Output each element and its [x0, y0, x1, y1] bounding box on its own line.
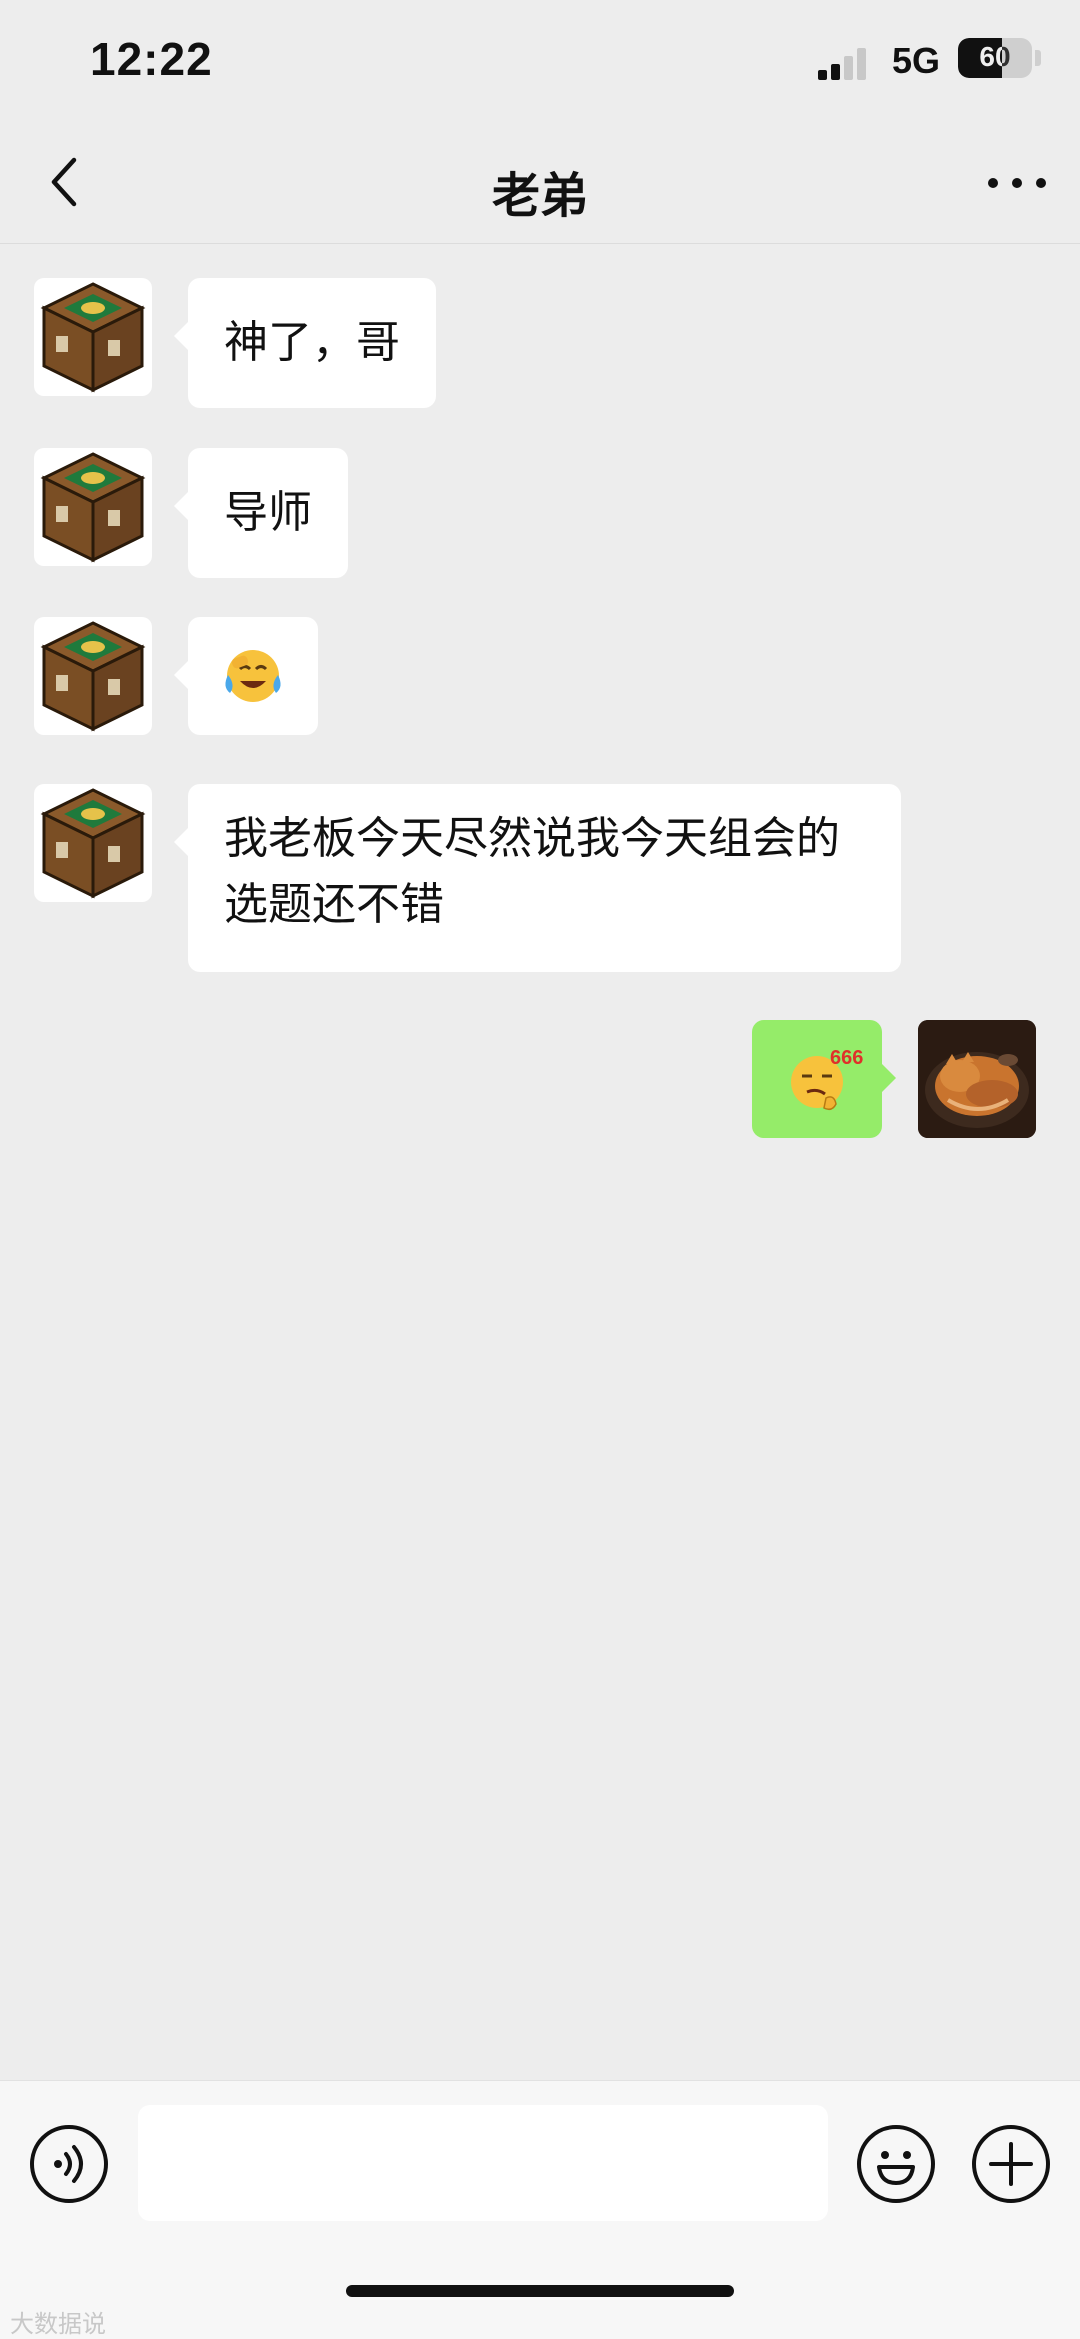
chat-title: 老弟: [491, 168, 588, 224]
emoji-button[interactable]: [857, 2125, 935, 2203]
more-dot: [1036, 178, 1046, 188]
chest-avatar-icon: [40, 621, 146, 732]
message-bubble[interactable]: 我老板今天尽然说我今天组会的选题还不错: [174, 784, 901, 972]
contact-avatar[interactable]: [34, 448, 152, 566]
status-bar: 12:22 5G 60: [0, 0, 1080, 120]
contact-avatar[interactable]: [34, 784, 152, 902]
watermark: 大数据说: [10, 2310, 106, 2338]
chat-header: 老弟: [0, 120, 1080, 244]
my-avatar[interactable]: [918, 1020, 1036, 1138]
voice-button[interactable]: [30, 2125, 108, 2203]
chest-avatar-icon: [40, 282, 146, 393]
chest-avatar-icon: [40, 788, 146, 899]
status-time: 12:22: [90, 33, 213, 85]
emoji-icon: [877, 2151, 915, 2185]
battery-cap: [1035, 50, 1041, 66]
voice-icon: [54, 2145, 83, 2183]
message-text: 导师: [224, 487, 312, 538]
battery-icon: 60: [958, 38, 1032, 78]
message-input[interactable]: [138, 2105, 828, 2221]
contact-avatar[interactable]: [34, 617, 152, 735]
chest-avatar-icon: [40, 452, 146, 563]
cat-avatar-icon: [918, 1020, 1036, 1138]
more-button[interactable]: [984, 162, 1050, 202]
crying-laughing-emoji-icon: [225, 650, 281, 702]
message-bubble[interactable]: 导师: [174, 448, 348, 578]
contact-avatar[interactable]: [34, 278, 152, 396]
home-indicator[interactable]: [346, 2285, 734, 2297]
add-icon: [989, 2142, 1033, 2186]
message-bubble[interactable]: 神了，哥: [174, 278, 436, 408]
sticker-666-text: 666: [830, 1047, 863, 1069]
message-bubble-outgoing[interactable]: 666: [752, 1020, 896, 1138]
message-bubble[interactable]: [174, 617, 318, 735]
input-bar: [0, 2080, 1080, 2339]
signal-icon: [818, 46, 872, 80]
add-button[interactable]: [972, 2125, 1050, 2203]
network-type: 5G: [892, 40, 941, 81]
thinking-666-emoji-icon: 666: [791, 1047, 863, 1111]
battery-level: 60: [979, 41, 1011, 72]
message-text: 我老板今天尽然说我今天组会的选题还不错: [224, 813, 840, 930]
message-text: 神了，哥: [224, 317, 400, 368]
more-dot: [1012, 178, 1022, 188]
more-icon: [988, 178, 998, 188]
